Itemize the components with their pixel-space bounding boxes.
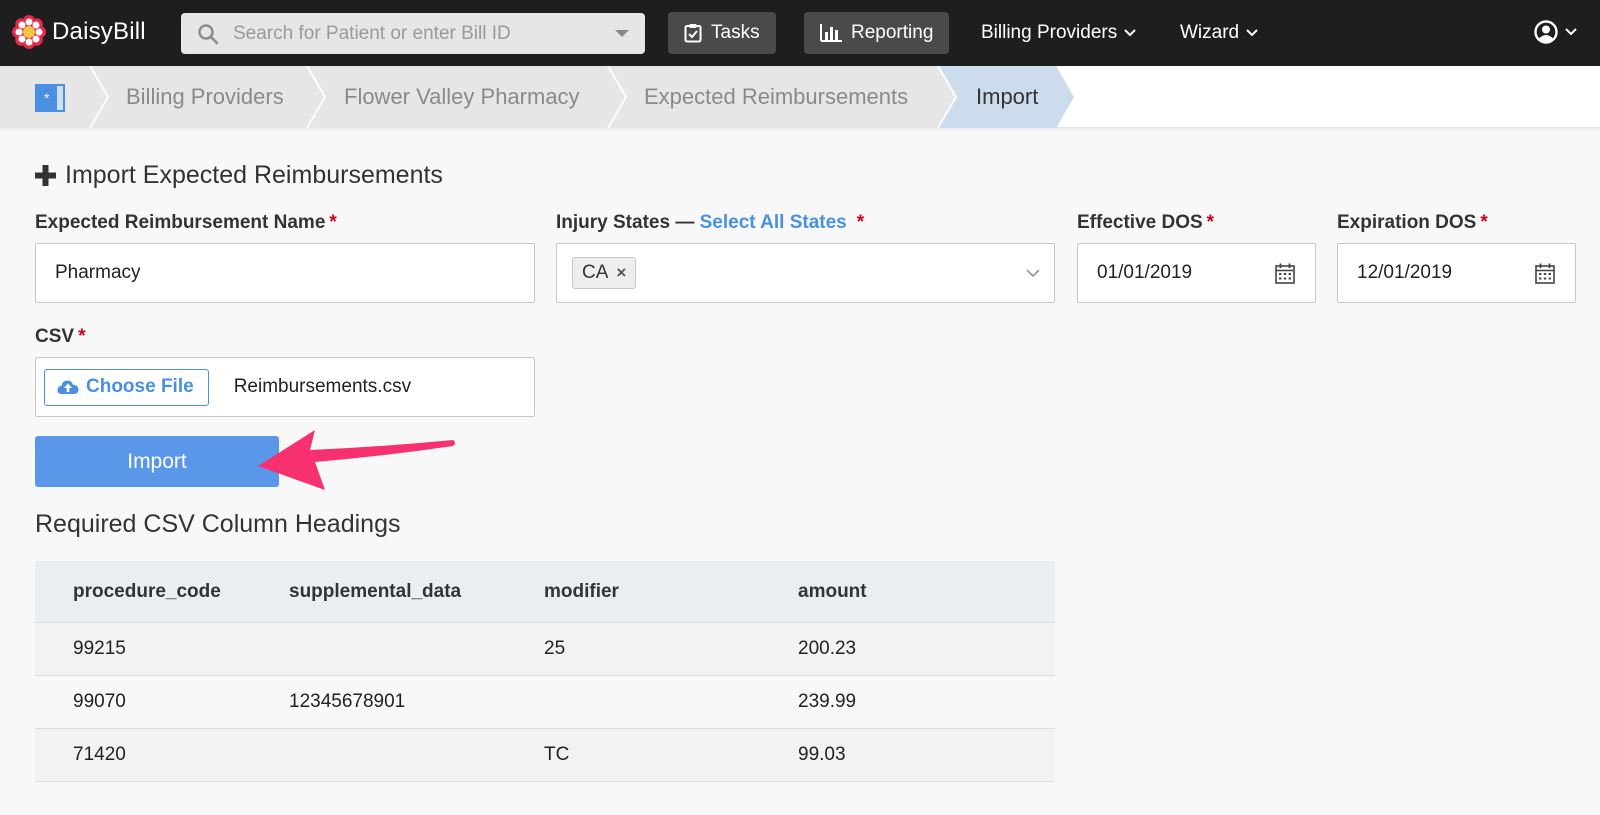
provider-card-icon[interactable]: * (35, 82, 65, 114)
expiration-dos-value: 12/01/2019 (1357, 262, 1453, 283)
tasks-label: Tasks (711, 22, 760, 43)
csv-label-text: CSV (35, 326, 75, 347)
cloud-upload-icon (57, 380, 79, 394)
page-title: Import Expected Reimbursements (35, 161, 443, 190)
table-cell: 71420 (73, 744, 126, 765)
column-header: procedure_code (73, 580, 221, 602)
app-logo[interactable]: DaisyBill (12, 14, 146, 50)
table-header-row: procedure_code supplemental_data modifie… (35, 561, 1055, 623)
table-cell: TC (544, 744, 570, 765)
chevron-down-icon (1246, 29, 1258, 37)
choose-file-label: Choose File (86, 376, 194, 397)
table-cell: 200.23 (798, 638, 857, 659)
plus-icon (35, 165, 56, 186)
breadcrumb-expected-reimbursements[interactable]: Expected Reimbursements (644, 84, 908, 110)
select-all-states-link[interactable]: Select All States (700, 212, 847, 233)
column-header: modifier (544, 580, 619, 602)
tasks-button[interactable]: Tasks (668, 12, 776, 54)
table-cell: 99.03 (798, 744, 846, 765)
expiration-dos-label-text: Expiration DOS (1337, 212, 1477, 233)
injury-states-select[interactable]: CA × (556, 243, 1055, 303)
breadcrumb-import: Import (976, 84, 1039, 109)
choose-file-button[interactable]: Choose File (44, 368, 209, 406)
top-navbar: DaisyBill Search for Patient or enter Bi… (0, 0, 1600, 66)
billing-providers-menu[interactable]: Billing Providers (981, 12, 1136, 54)
column-header: supplemental_data (289, 580, 462, 602)
required-marker: * (1480, 212, 1488, 233)
table-cell: 239.99 (798, 691, 857, 712)
reimbursement-name-input[interactable]: Pharmacy (35, 243, 535, 303)
effective-dos-label-text: Effective DOS (1077, 212, 1203, 233)
wizard-menu[interactable]: Wizard (1180, 12, 1258, 54)
breadcrumb: * Billing Providers Flower Valley Pharma… (0, 66, 1600, 128)
chevron-down-icon[interactable] (1026, 268, 1040, 278)
table-row: 99070 12345678901 239.99 (35, 676, 1055, 729)
chevron-down-icon (1124, 29, 1136, 37)
table-cell: 25 (544, 638, 566, 659)
selected-file-name: Reimbursements.csv (233, 376, 412, 397)
breadcrumb-billing-providers[interactable]: Billing Providers (126, 84, 284, 110)
state-tag-label: CA (582, 262, 609, 283)
search-placeholder: Search for Patient or enter Bill ID (233, 22, 511, 44)
remove-tag-icon[interactable]: × (616, 263, 626, 283)
effective-dos-input[interactable]: 01/01/2019 (1077, 243, 1316, 303)
wizard-label: Wizard (1180, 22, 1240, 43)
bar-chart-icon (820, 24, 842, 42)
page-title-text: Import Expected Reimbursements (65, 161, 443, 189)
calendar-icon[interactable] (1275, 263, 1295, 284)
chevron-down-icon (1565, 28, 1577, 36)
csv-headings-table: procedure_code supplemental_data modifie… (35, 561, 1055, 782)
search-icon (198, 23, 219, 44)
injury-states-label-text: Injury States — (556, 212, 700, 233)
required-marker: * (78, 326, 86, 347)
table-row: 99215 25 200.23 (35, 623, 1055, 676)
csv-label: CSV * (35, 326, 85, 348)
required-marker: * (1206, 212, 1215, 233)
reimbursement-name-value: Pharmacy (55, 262, 141, 283)
injury-states-label: Injury States — Select All States * (556, 212, 864, 234)
effective-dos-value: 01/01/2019 (1097, 262, 1193, 283)
daisy-logo-icon (12, 15, 46, 49)
table-body: 99215 25 200.23 99070 12345678901 239.99… (35, 623, 1055, 782)
required-marker: * (856, 212, 865, 233)
name-field-label: Expected Reimbursement Name * (35, 212, 337, 234)
search-dropdown-caret-icon[interactable] (615, 30, 629, 37)
breadcrumb-flower-valley-pharmacy[interactable]: Flower Valley Pharmacy (344, 84, 580, 110)
reporting-button[interactable]: Reporting (804, 12, 950, 54)
effective-dos-label: Effective DOS * (1077, 212, 1214, 234)
table-cell: 99215 (73, 638, 126, 659)
clipboard-check-icon (684, 24, 702, 43)
name-label-text: Expected Reimbursement Name (35, 212, 326, 233)
import-button[interactable]: Import (35, 436, 279, 487)
table-row: 71420 TC 99.03 (35, 729, 1055, 782)
required-marker: * (329, 212, 337, 233)
expiration-dos-input[interactable]: 12/01/2019 (1337, 243, 1576, 303)
expiration-dos-label: Expiration DOS * (1337, 212, 1488, 234)
csv-headings-title: Required CSV Column Headings (35, 510, 401, 538)
column-header: amount (798, 580, 867, 602)
svg-text:*: * (44, 90, 50, 106)
reporting-label: Reporting (851, 22, 934, 43)
billing-providers-label: Billing Providers (981, 22, 1118, 43)
table-cell: 99070 (73, 691, 126, 712)
calendar-icon[interactable] (1535, 263, 1555, 284)
state-tag-ca: CA × (572, 257, 637, 289)
user-menu[interactable] (1534, 20, 1577, 44)
annotation-arrow (258, 430, 455, 490)
csv-file-input: Choose File Reimbursements.csv (35, 357, 535, 417)
search-input[interactable]: Search for Patient or enter Bill ID (181, 13, 645, 54)
table-cell: 12345678901 (289, 691, 406, 712)
user-avatar-icon (1534, 20, 1558, 44)
app-name: DaisyBill (52, 18, 146, 45)
